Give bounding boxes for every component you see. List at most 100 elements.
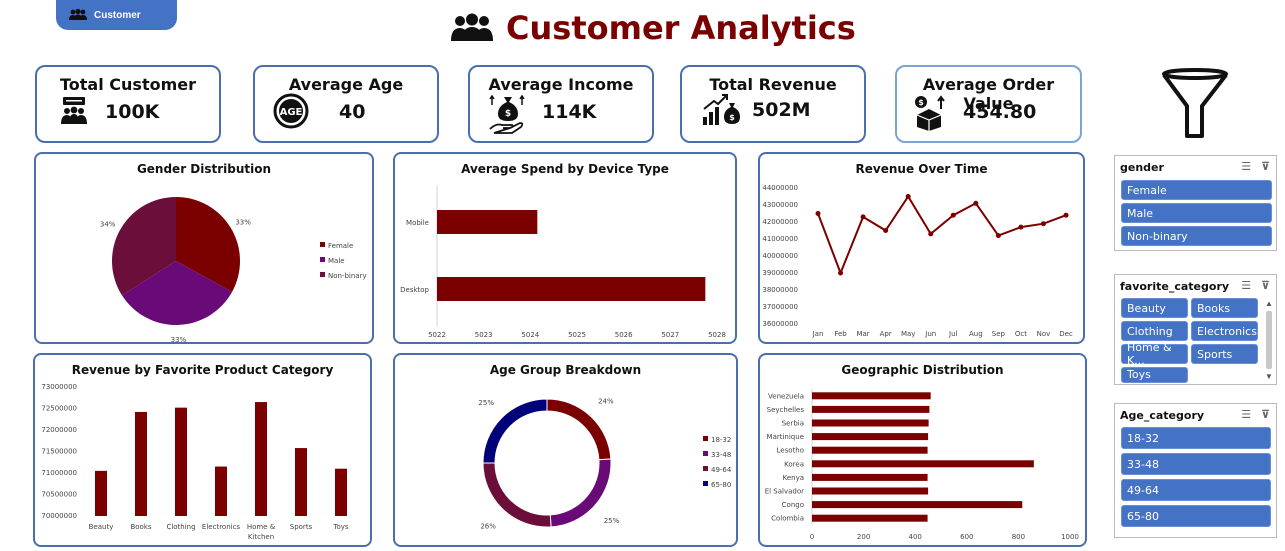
gender-distribution-chart: Gender Distribution 33% 33% 34% Female Male N…: [34, 152, 374, 344]
bar-kenya: [812, 473, 928, 481]
slicer-item[interactable]: 49-64: [1121, 479, 1271, 501]
donut-slice-18-32: [546, 398, 612, 461]
slicer-item[interactable]: 65-80: [1121, 505, 1271, 527]
revenue-point: [950, 212, 956, 218]
scroll-thumb[interactable]: [1266, 311, 1272, 369]
legend-label: Non-binary: [328, 272, 367, 280]
slicer-scrollbar[interactable]: ▲ ▼: [1264, 299, 1274, 383]
y-tick-label: 37000000: [762, 303, 798, 311]
y-category-label: Colombia: [771, 515, 804, 523]
slicer-item[interactable]: Beauty: [1121, 298, 1188, 318]
age-icon: AGE: [273, 93, 309, 129]
slicer-item[interactable]: 18-32: [1121, 427, 1271, 449]
bar-home-kitchen: [255, 402, 267, 516]
y-tick-label: 39000000: [762, 269, 798, 277]
kpi-average-income: Average Income $ 114K: [468, 65, 654, 143]
revenue-point: [1063, 212, 1069, 218]
revenue-point: [838, 270, 844, 276]
y-category-label: El Salvador: [765, 488, 804, 496]
multi-select-icon[interactable]: ☰: [1241, 279, 1251, 292]
svg-text:$: $: [918, 98, 924, 107]
device-bar-svg: 5022 5023 5024 5025 5026 5027 5028 Mobile Deskto…: [400, 186, 726, 339]
age-donut-svg: 24% 25% 26% 25% 18-32 33-48 49-64 65-80: [478, 397, 731, 531]
slicer-title: gender: [1120, 160, 1164, 174]
y-tick-label: 70000000: [41, 512, 77, 520]
kpi-title: Average Income: [488, 75, 634, 94]
slicer-item[interactable]: Toys: [1121, 367, 1188, 383]
slicer-item[interactable]: Clothing: [1121, 321, 1188, 341]
y-tick-label: 42000000: [762, 218, 798, 226]
y-tick-label: 70500000: [41, 491, 77, 499]
x-tick-label: 600: [960, 533, 973, 541]
clear-filter-icon[interactable]: ⊽: [1261, 408, 1270, 421]
slicer-header: favorite_category ☰ ⊽: [1115, 275, 1276, 297]
y-tick-label: 38000000: [762, 286, 798, 294]
legend-swatch: [320, 242, 325, 247]
donut-slice-33-48: [549, 458, 612, 528]
bar-el-salvador: [812, 487, 929, 495]
clear-filter-icon[interactable]: ⊽: [1261, 279, 1270, 292]
slicer-item[interactable]: Female: [1121, 180, 1272, 200]
x-tick-label: Jun: [924, 330, 936, 338]
scroll-down-icon[interactable]: ▼: [1265, 372, 1273, 381]
y-category-label: Kenya: [783, 474, 804, 482]
bar-congo: [812, 501, 1023, 509]
legend-label: 65-80: [711, 481, 731, 489]
legend-swatch: [703, 466, 708, 471]
x-tick-label: Clothing: [166, 523, 195, 531]
revenue-point: [1018, 224, 1024, 230]
revenue-point: [815, 211, 821, 216]
kpi-total-revenue: Total Revenue $ 502M: [680, 65, 866, 143]
revenue-point: [973, 200, 979, 206]
multi-select-icon[interactable]: ☰: [1241, 408, 1251, 421]
slicer-item[interactable]: Electronics: [1191, 321, 1258, 341]
kpi-average-age: Average Age AGE 40: [253, 65, 439, 143]
slicer-item[interactable]: Male: [1121, 203, 1272, 223]
x-tick-label: 5025: [568, 331, 586, 339]
slicer-item[interactable]: Books: [1191, 298, 1258, 318]
order-box-icon: $: [915, 95, 945, 131]
y-tick-label: 36000000: [762, 320, 798, 328]
bar-toys: [335, 468, 347, 516]
x-tick-label: Apr: [880, 330, 892, 338]
donut-slice-49-64: [482, 462, 552, 528]
legend-label: Female: [328, 242, 353, 250]
legend-swatch: [320, 272, 325, 277]
slicer-item[interactable]: Sports: [1191, 344, 1258, 364]
funnel-icon[interactable]: [1160, 68, 1230, 140]
slicer-item[interactable]: 33-48: [1121, 453, 1271, 475]
legend-swatch: [703, 481, 708, 486]
scroll-up-icon[interactable]: ▲: [1265, 299, 1273, 308]
page-header: Customer Analytics: [450, 8, 856, 48]
bar-serbia: [812, 419, 929, 427]
revenue-series-line: [817, 194, 1067, 276]
multi-select-icon[interactable]: ☰: [1241, 160, 1251, 173]
bar-books: [135, 411, 147, 516]
donut-data-label: 26%: [480, 523, 496, 531]
x-tick-label: Aug: [969, 330, 983, 338]
y-tick-label: 71000000: [41, 469, 77, 477]
x-tick-label: 5024: [521, 331, 539, 339]
bar-beauty: [95, 470, 107, 516]
clear-filter-icon[interactable]: ⊽: [1261, 160, 1270, 173]
revenue-point: [905, 194, 911, 199]
age-group-chart: Age Group Breakdown 24% 25% 26% 25% 18-32 33-…: [393, 353, 738, 547]
slicer-item[interactable]: Home & K...: [1121, 341, 1188, 367]
x-tick-label: Electronics: [202, 523, 241, 531]
slicer-header: Age_category ☰ ⊽: [1115, 404, 1276, 426]
x-tick-label: 5022: [428, 331, 446, 339]
y-category-label: Lesotho: [777, 447, 804, 455]
pie-data-label: 33%: [171, 336, 187, 344]
y-tick-label: 72000000: [41, 426, 77, 434]
kpi-value: 114K: [542, 101, 597, 123]
slicer-title: favorite_category: [1120, 279, 1230, 293]
kpi-value: 100K: [105, 101, 160, 123]
device-spend-chart: Average Spend by Device Type 5022 5023 502…: [393, 152, 737, 344]
legend-label: 18-32: [711, 436, 731, 444]
pie-data-label: 34%: [100, 220, 116, 228]
customer-tab[interactable]: Customer: [56, 0, 177, 30]
bar-venezuela: [812, 392, 931, 400]
slicer-header: gender ☰ ⊽: [1115, 156, 1276, 178]
x-tick-label: 5027: [661, 331, 679, 339]
slicer-item[interactable]: Non-binary: [1121, 226, 1272, 246]
